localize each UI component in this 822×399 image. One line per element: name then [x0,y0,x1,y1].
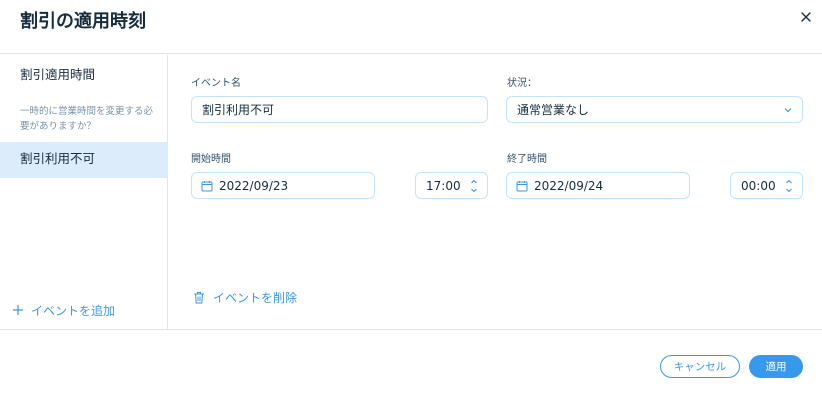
sidebar-item-discount-hours[interactable]: 割引適用時間 [0,65,168,85]
dialog-footer: キャンセル 適用 [0,329,822,399]
dialog-title: 割引の適用時刻 [20,11,146,32]
event-name-input[interactable]: 割引利用不可 [191,96,488,123]
sidebar-question-text: 一時的に営業時間を変更する必要がありますか？ [20,106,154,132]
close-icon[interactable] [797,8,815,26]
delete-event-label: イベントを削除 [213,291,298,305]
dialog-header: 割引の適用時刻 [0,0,822,54]
spinner-arrows-icon[interactable] [785,178,793,194]
cancel-button[interactable]: キャンセル [660,355,740,378]
start-date-input[interactable]: 2022/09/23 [191,172,375,199]
end-time-label: 終了時間 [507,154,547,165]
end-time-value: 00:00 [741,178,776,193]
status-dropdown[interactable]: 通常営業なし [506,96,803,123]
discount-time-dialog: 割引の適用時刻 割引適用時間 一時的に営業時間を変更する必要がありますか？ 割引… [0,0,822,399]
status-label: 状況： [507,78,537,89]
end-time-stepper[interactable]: 00:00 [730,172,803,199]
add-event-button[interactable]: イベントを追加 [12,301,115,319]
calendar-icon [516,180,528,191]
start-time-stepper[interactable]: 17:00 [415,172,488,199]
delete-event-button[interactable]: イベントを削除 [193,289,297,306]
event-name-label: イベント名 [191,78,241,89]
end-date-input[interactable]: 2022/09/24 [506,172,690,199]
calendar-icon [201,180,213,191]
start-time-label: 開始時間 [191,154,231,165]
apply-button[interactable]: 適用 [749,355,803,378]
chevron-down-icon [784,108,792,113]
status-value: 通常営業なし [517,103,590,117]
plus-icon [13,305,23,315]
event-form: イベント名 割引利用不可 状況： 通常営業なし 開始時間 2022/09/23 … [169,55,822,329]
spinner-arrows-icon[interactable] [470,178,478,194]
event-name-value: 割引利用不可 [202,103,275,117]
trash-icon [194,292,204,304]
add-event-label: イベントを追加 [31,303,116,318]
end-date-value: 2022/09/24 [534,178,604,193]
sidebar: 割引適用時間 一時的に営業時間を変更する必要がありますか？ 割引利用不可 イベン… [0,55,168,329]
start-date-value: 2022/09/23 [219,178,289,193]
start-time-value: 17:00 [426,178,461,193]
sidebar-item-discount-unavailable[interactable]: 割引利用不可 [0,142,168,178]
